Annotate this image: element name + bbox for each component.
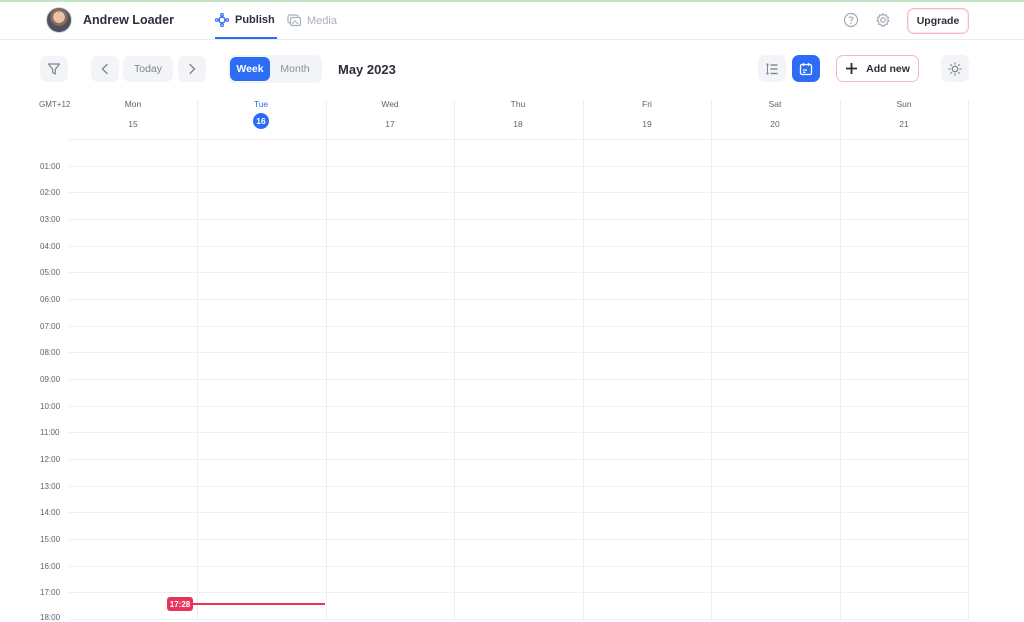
gear-icon[interactable] <box>875 12 891 28</box>
add-new-label: Add new <box>866 62 910 75</box>
hour-label: 04:00 <box>40 242 61 251</box>
hour-line <box>69 592 969 593</box>
column-divider <box>326 100 327 620</box>
hour-line <box>69 326 969 327</box>
list-view-button[interactable] <box>758 55 786 82</box>
period-title: May 2023 <box>338 62 396 77</box>
month-view-button[interactable]: Month <box>270 57 320 81</box>
hour-line <box>69 432 969 433</box>
plus-icon <box>846 63 858 74</box>
hour-label: 18:00 <box>40 613 61 622</box>
tab-media-label: Media <box>307 14 337 27</box>
hour-label: 05:00 <box>40 268 61 277</box>
list-view-icon <box>766 63 778 74</box>
sun-icon <box>948 61 962 76</box>
calendar-view-button[interactable] <box>792 55 820 82</box>
timezone-label: GMT+12 <box>39 100 71 109</box>
hour-label: 11:00 <box>40 428 60 437</box>
column-divider <box>197 100 198 620</box>
chevron-left-icon <box>101 63 108 75</box>
hour-line <box>69 352 969 353</box>
column-divider <box>583 100 584 620</box>
hour-label: 15:00 <box>40 535 61 544</box>
hour-line <box>69 192 969 193</box>
tab-publish-label: Publish <box>235 13 275 26</box>
hour-line <box>69 246 969 247</box>
hour-line <box>69 539 969 540</box>
hour-line <box>69 379 969 380</box>
hour-label: 08:00 <box>40 348 61 357</box>
hour-line <box>69 166 969 167</box>
hour-line <box>69 406 969 407</box>
filter-button[interactable] <box>40 56 68 82</box>
chevron-right-icon <box>189 63 196 75</box>
avatar[interactable] <box>46 7 72 33</box>
column-divider <box>840 100 841 620</box>
tab-media[interactable]: Media <box>287 2 337 39</box>
hour-line <box>69 272 969 273</box>
filter-icon <box>47 63 61 75</box>
hour-label: 01:00 <box>40 162 61 171</box>
top-navigation: Andrew Loader Publish Media Upgrade <box>0 2 1024 40</box>
hour-label: 09:00 <box>40 375 61 384</box>
next-button[interactable] <box>178 56 206 82</box>
hour-line <box>69 459 969 460</box>
hour-label: 16:00 <box>40 562 61 571</box>
week-view-button[interactable]: Week <box>230 57 270 81</box>
upgrade-button[interactable]: Upgrade <box>907 8 969 34</box>
hour-label: 10:00 <box>40 402 61 411</box>
hour-line <box>69 299 969 300</box>
add-new-button[interactable]: Add new <box>836 55 919 82</box>
user-name[interactable]: Andrew Loader <box>83 13 174 27</box>
today-button[interactable]: Today <box>123 56 173 82</box>
hour-line <box>69 566 969 567</box>
hour-label: 07:00 <box>40 322 61 331</box>
current-time-line <box>190 603 325 605</box>
hour-label: 06:00 <box>40 295 61 304</box>
media-icon <box>287 14 301 27</box>
question-circle-icon[interactable] <box>843 12 859 28</box>
calendar-view-icon <box>799 62 813 75</box>
hour-label: 13:00 <box>40 482 61 491</box>
column-divider <box>968 100 969 620</box>
hour-label: 02:00 <box>40 188 61 197</box>
hour-label: 12:00 <box>40 455 61 464</box>
hour-line <box>69 219 969 220</box>
tab-publish[interactable]: Publish <box>215 2 277 39</box>
hour-label: 17:00 <box>40 588 61 597</box>
publish-icon <box>215 12 229 27</box>
column-divider <box>711 100 712 620</box>
prev-button[interactable] <box>91 56 119 82</box>
view-mode-toggle: Week Month <box>228 55 322 83</box>
hour-line <box>69 486 969 487</box>
column-divider <box>454 100 455 620</box>
hour-label: 03:00 <box>40 215 61 224</box>
hour-line <box>69 512 969 513</box>
current-time-badge: 17:28 <box>167 597 193 611</box>
hour-label: 14:00 <box>40 508 61 517</box>
theme-toggle-button[interactable] <box>941 55 969 82</box>
week-grid[interactable] <box>69 100 969 620</box>
